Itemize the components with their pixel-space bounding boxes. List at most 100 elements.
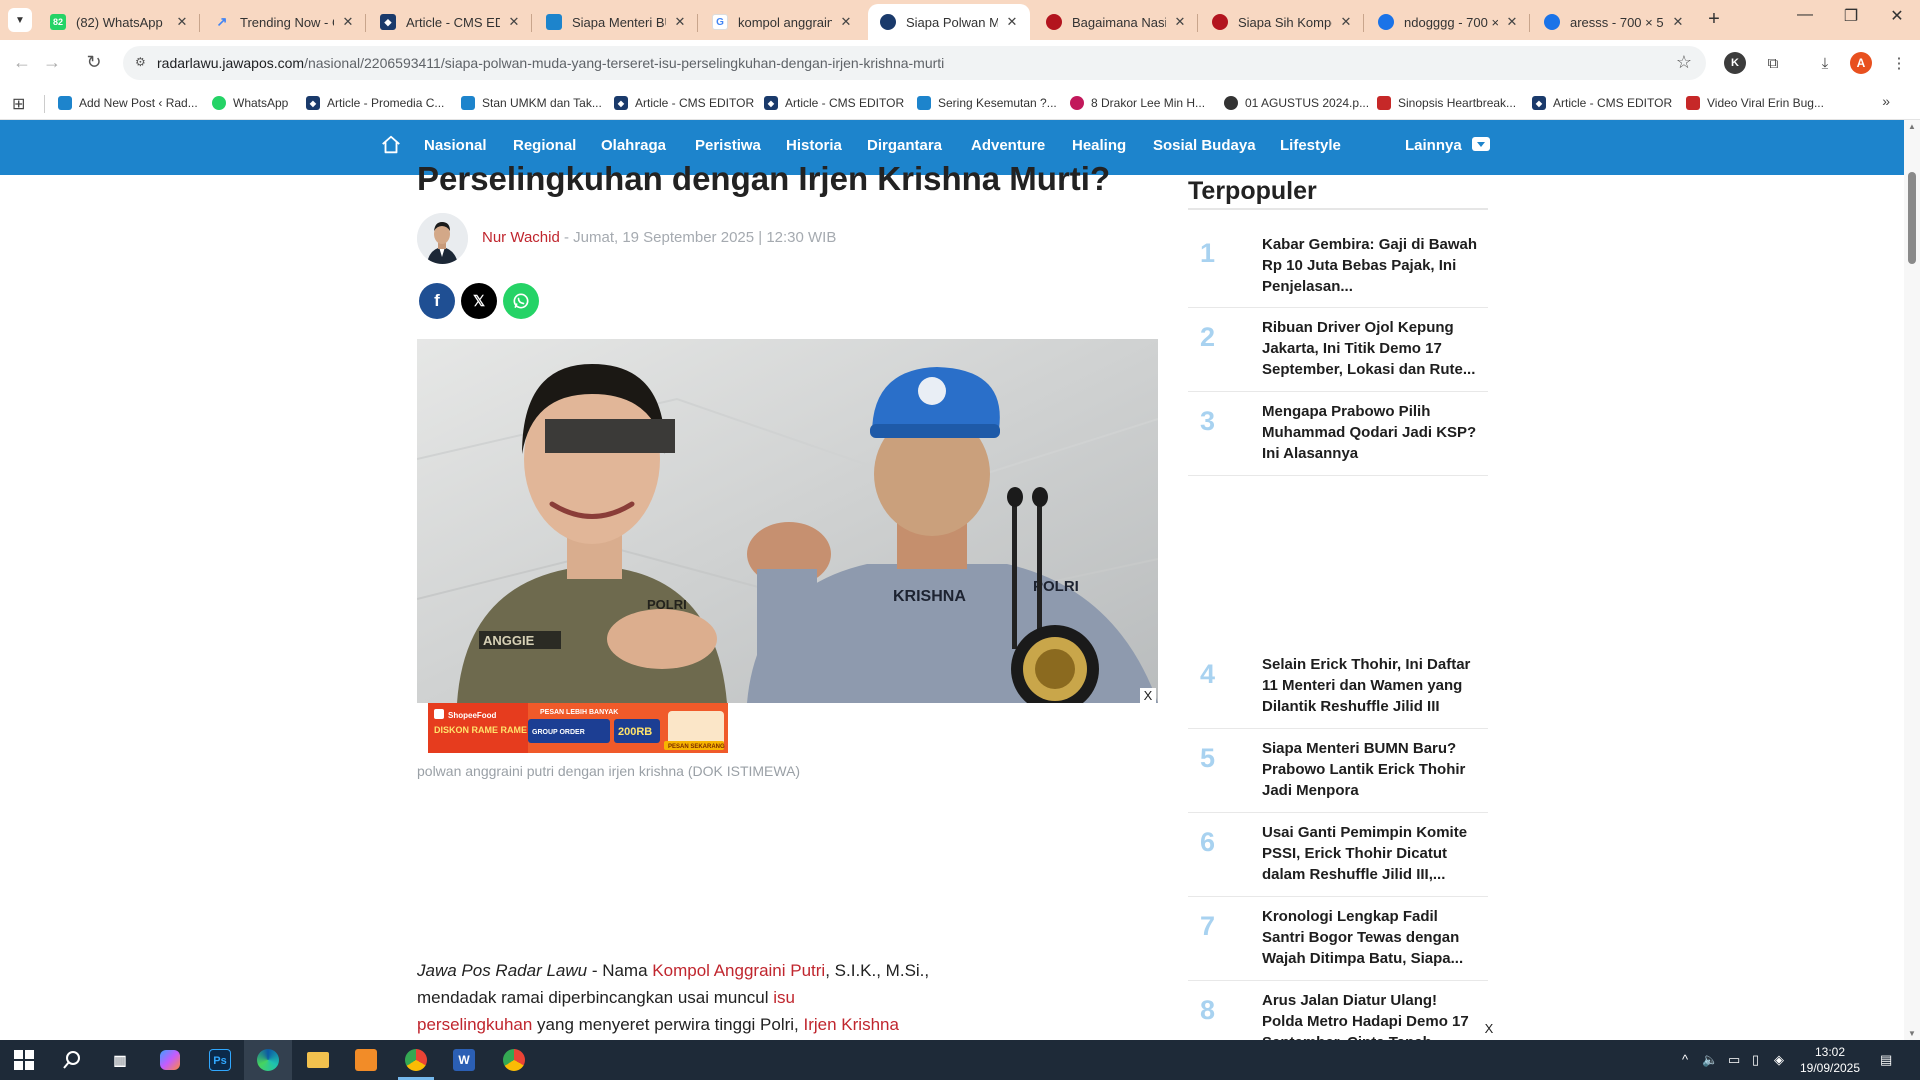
- popular-item[interactable]: 4 Selain Erick Thohir, Ini Daftar 11 Men…: [1188, 645, 1488, 729]
- popular-headline[interactable]: Ribuan Driver Ojol Kepung Jakarta, Ini T…: [1262, 317, 1478, 380]
- close-icon[interactable]: ✕: [1670, 14, 1686, 30]
- system-clock[interactable]: 13:02 19/09/2025: [1790, 1044, 1870, 1076]
- volume-icon[interactable]: 🔈: [1702, 1052, 1718, 1068]
- popular-item[interactable]: 1 Kabar Gembira: Gaji di Bawah Rp 10 Jut…: [1188, 224, 1488, 308]
- nav-adventure[interactable]: Adventure: [971, 137, 1045, 154]
- nav-peristiwa[interactable]: Peristiwa: [695, 137, 761, 154]
- bookmark-item[interactable]: ◆ Article - Promedia C...: [306, 93, 444, 113]
- popular-item[interactable]: 7 Kronologi Lengkap Fadil Santri Bogor T…: [1188, 897, 1488, 981]
- close-icon[interactable]: ✕: [1004, 14, 1020, 30]
- popular-headline[interactable]: Usai Ganti Pemimpin Komite PSSI, Erick T…: [1262, 822, 1478, 885]
- nav-dirgantara[interactable]: Dirgantara: [867, 137, 942, 154]
- tab-cms-editor[interactable]: ◆ Article - CMS EDIT ✕: [368, 4, 532, 40]
- reload-icon[interactable]: ↻: [82, 52, 106, 73]
- popular-item[interactable]: 3 Mengapa Prabowo Pilih Muhammad Qodari …: [1188, 392, 1488, 476]
- tab-search-chevron-icon[interactable]: ▼: [8, 8, 32, 32]
- share-facebook-button[interactable]: f: [419, 283, 455, 319]
- close-icon[interactable]: ✕: [1338, 14, 1354, 30]
- nav-olahraga[interactable]: Olahraga: [601, 137, 666, 154]
- nav-historia[interactable]: Historia: [786, 137, 842, 154]
- nav-regional[interactable]: Regional: [513, 137, 576, 154]
- nav-lainnya[interactable]: Lainnya: [1405, 137, 1490, 154]
- popular-item[interactable]: 2 Ribuan Driver Ojol Kepung Jakarta, Ini…: [1188, 308, 1488, 392]
- popular-item[interactable]: 6 Usai Ganti Pemimpin Komite PSSI, Erick…: [1188, 813, 1488, 897]
- close-icon[interactable]: ✕: [174, 14, 190, 30]
- minimize-icon[interactable]: —: [1782, 6, 1828, 24]
- popular-headline[interactable]: Mengapa Prabowo Pilih Muhammad Qodari Ja…: [1262, 401, 1478, 464]
- bookmark-item[interactable]: Sering Kesemutan ?...: [917, 93, 1057, 113]
- extension-k-icon[interactable]: K: [1724, 52, 1746, 74]
- promo-banner-ad[interactable]: ShopeeFood DISKON RAME RAME PESAN LEBIH …: [428, 703, 728, 753]
- tab-bagaimana-nasib[interactable]: Bagaimana Nasib ✕: [1034, 4, 1198, 40]
- tray-overflow-chevron-icon[interactable]: ^: [1682, 1052, 1688, 1067]
- sidebar-ad-close-button[interactable]: X: [1480, 1021, 1498, 1036]
- new-tab-plus-icon[interactable]: +: [1702, 8, 1726, 31]
- chrome-icon-2[interactable]: [500, 1046, 528, 1074]
- file-explorer-icon[interactable]: [304, 1046, 332, 1074]
- tag-link-perselingkuhan[interactable]: perselingkuhan: [417, 1015, 532, 1034]
- apps-grid-icon[interactable]: ⊞: [12, 94, 25, 114]
- chrome-icon[interactable]: [402, 1046, 430, 1074]
- popular-headline[interactable]: Siapa Menteri BUMN Baru? Prabowo Lantik …: [1262, 738, 1478, 801]
- popular-headline[interactable]: Kronologi Lengkap Fadil Santri Bogor Tew…: [1262, 906, 1478, 969]
- security-shield-icon[interactable]: ◈: [1774, 1052, 1784, 1068]
- bookmark-item[interactable]: ◆ Article - CMS EDITOR: [1532, 93, 1672, 113]
- photoshop-icon[interactable]: Ps: [206, 1046, 234, 1074]
- page-scrollbar[interactable]: ▲ ▼: [1904, 120, 1920, 1040]
- bookmark-item[interactable]: Video Viral Erin Bug...: [1686, 93, 1824, 113]
- back-arrow-icon[interactable]: ←: [10, 52, 34, 73]
- bookmarks-overflow-icon[interactable]: »: [1882, 93, 1890, 109]
- close-icon[interactable]: ✕: [1504, 14, 1520, 30]
- ad-close-button[interactable]: X: [1140, 688, 1156, 703]
- tab-image-aresss[interactable]: aresss - 700 × 500 ✕: [1532, 4, 1696, 40]
- profile-avatar[interactable]: A: [1850, 52, 1872, 74]
- share-x-button[interactable]: 𝕏: [461, 283, 497, 319]
- url-text[interactable]: radarlawu.jawapos.com/nasional/220659341…: [157, 55, 944, 71]
- window-close-icon[interactable]: ✕: [1874, 6, 1920, 26]
- site-info-icon[interactable]: ⚙: [135, 55, 151, 71]
- bookmark-star-icon[interactable]: ☆: [1676, 52, 1692, 73]
- kebab-menu-icon[interactable]: ⋮: [1888, 52, 1910, 74]
- tab-image-ndogggg[interactable]: ndogggg - 700 × ✕: [1366, 4, 1530, 40]
- popular-headline[interactable]: Kabar Gembira: Gaji di Bawah Rp 10 Juta …: [1262, 234, 1478, 297]
- bookmark-item[interactable]: Sinopsis Heartbreak...: [1377, 93, 1516, 113]
- bookmark-item[interactable]: Stan UMKM dan Tak...: [461, 93, 602, 113]
- popular-item[interactable]: 8 Arus Jalan Diatur Ulang! Polda Metro H…: [1188, 981, 1488, 1040]
- tab-siapa-sih-kompol[interactable]: Siapa Sih Kompol ✕: [1200, 4, 1364, 40]
- tag-link-irjen-krishna[interactable]: Irjen Krishna: [804, 1015, 899, 1034]
- battery-icon[interactable]: ▯: [1752, 1052, 1759, 1068]
- author-name[interactable]: Nur Wachid: [482, 229, 560, 246]
- tab-whatsapp[interactable]: 82 (82) WhatsApp ✕: [38, 4, 200, 40]
- extensions-puzzle-icon[interactable]: ⧉: [1762, 52, 1784, 74]
- app-orange-icon[interactable]: [352, 1046, 380, 1074]
- nav-sosial-budaya[interactable]: Sosial Budaya: [1153, 137, 1256, 154]
- tag-link-kompol-anggraini[interactable]: Kompol Anggraini Putri: [652, 961, 825, 980]
- scroll-up-arrow-icon[interactable]: ▲: [1908, 122, 1916, 131]
- edge-icon[interactable]: [254, 1046, 282, 1074]
- download-icon[interactable]: ⤓: [1814, 52, 1836, 74]
- tab-active-article[interactable]: Siapa Polwan Mud ✕: [868, 4, 1030, 40]
- task-view-icon[interactable]: ▥: [106, 1046, 134, 1074]
- bookmark-item[interactable]: ◆ Article - CMS EDITOR: [764, 93, 904, 113]
- close-icon[interactable]: ✕: [1172, 14, 1188, 30]
- author-avatar[interactable]: [417, 213, 468, 264]
- close-icon[interactable]: ✕: [838, 14, 854, 30]
- windows-start-icon[interactable]: [10, 1046, 38, 1074]
- close-icon[interactable]: ✕: [340, 14, 356, 30]
- notifications-icon[interactable]: ▤: [1880, 1052, 1892, 1068]
- bookmark-item[interactable]: 8 Drakor Lee Min H...: [1070, 93, 1205, 113]
- bookmark-item[interactable]: WhatsApp: [212, 93, 288, 113]
- tab-menteri-bumn[interactable]: Siapa Menteri BUM ✕: [534, 4, 698, 40]
- tag-link-isu[interactable]: isu: [773, 988, 795, 1007]
- scroll-thumb[interactable]: [1908, 172, 1916, 264]
- close-icon[interactable]: ✕: [672, 14, 688, 30]
- bookmark-item[interactable]: Add New Post ‹ Rad...: [58, 93, 198, 113]
- search-icon[interactable]: [58, 1046, 86, 1074]
- network-icon[interactable]: ▭: [1728, 1052, 1740, 1068]
- scroll-down-arrow-icon[interactable]: ▼: [1908, 1029, 1916, 1038]
- nav-healing[interactable]: Healing: [1072, 137, 1126, 154]
- copilot-icon[interactable]: [156, 1046, 184, 1074]
- popular-headline[interactable]: Selain Erick Thohir, Ini Daftar 11 Mente…: [1262, 654, 1478, 717]
- forward-arrow-icon[interactable]: →: [40, 52, 64, 73]
- tab-google-search[interactable]: G kompol anggraini ✕: [700, 4, 864, 40]
